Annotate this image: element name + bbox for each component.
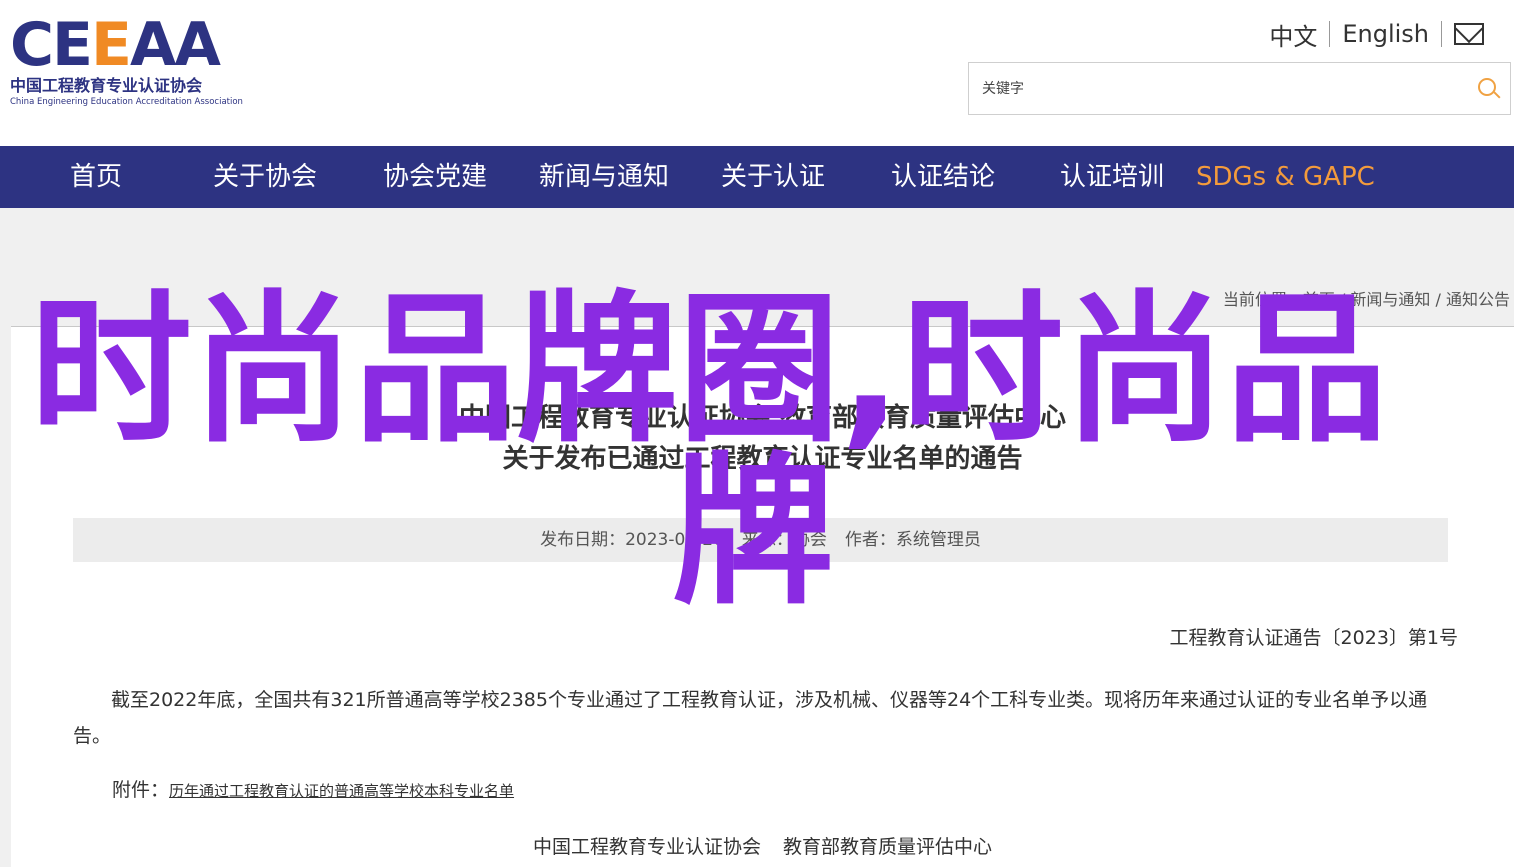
breadcrumb-item-notices[interactable]: 通知公告 (1446, 290, 1510, 309)
logo-name-cn: 中国工程教育专业认证协会 (10, 76, 203, 95)
page: CEEAA 中国工程教育专业认证协会 China Engineering Edu… (0, 0, 1514, 867)
nav-item-about-association[interactable]: 关于协会 (213, 146, 317, 208)
language-bar: 中文 English (1269, 17, 1484, 52)
article-source: 协会 (792, 530, 827, 550)
site-header: CEEAA 中国工程教育专业认证协会 China Engineering Edu… (0, 0, 1514, 146)
signature-association: 中国工程教育专业认证协会 (532, 836, 761, 858)
breadcrumb-prefix: 当前位置： (1222, 290, 1303, 309)
nav-item-sdgs-gapc[interactable]: SDGs & GAPC (1196, 146, 1375, 208)
breadcrumb-item-home[interactable]: 首页 (1303, 290, 1335, 309)
publish-date: 2023-06-20 (625, 530, 724, 550)
attachment-label: 附件： (112, 779, 170, 801)
article-author: 系统管理员 (895, 530, 981, 550)
breadcrumb-item-news[interactable]: 新闻与通知 (1350, 290, 1430, 309)
nav-item-party-building[interactable]: 协会党建 (383, 146, 487, 208)
signature-ministry-center: 教育部教育质量评估中心 (783, 836, 993, 858)
main-nav: 首页 关于协会 协会党建 新闻与通知 关于认证 认证结论 认证培训 SDGs &… (0, 146, 1514, 208)
nav-item-training[interactable]: 认证培训 (1060, 146, 1164, 208)
logo-mark: CEEAA (10, 10, 221, 80)
nav-item-about-accreditation[interactable]: 关于认证 (721, 146, 825, 208)
logo-name-en: China Engineering Education Accreditatio… (10, 97, 243, 107)
article: 中国工程教育专业认证协会 教育部教育质量评估中心 关于发布已通过工程教育认证专业… (11, 327, 1514, 867)
signature: 中国工程教育专业认证协会 教育部教育质量评估中心 (11, 832, 1514, 859)
nav-item-news[interactable]: 新闻与通知 (539, 146, 669, 208)
site-logo[interactable]: CEEAA 中国工程教育专业认证协会 China Engineering Edu… (10, 14, 270, 114)
attachment-link[interactable]: 历年通过工程教育认证的普通高等学校本科专业名单 (169, 782, 514, 800)
breadcrumb: 当前位置：首页 / 新闻与通知 / 通知公告 (1222, 290, 1510, 309)
divider (1441, 21, 1442, 47)
lang-english-link[interactable]: English (1342, 20, 1429, 48)
document-number: 工程教育认证通告〔2023〕第1号 (1169, 627, 1458, 649)
lang-chinese-link[interactable]: 中文 (1269, 17, 1317, 52)
nav-item-conclusions[interactable]: 认证结论 (891, 146, 995, 208)
search-input[interactable] (969, 63, 1459, 114)
article-title-line2: 关于发布已通过工程教育认证专业名单的通告 (502, 444, 1023, 474)
article-title-line1: 中国工程教育专业认证协会 教育部教育质量评估中心 (458, 403, 1067, 433)
nav-item-home[interactable]: 首页 (70, 146, 122, 208)
divider (1329, 21, 1331, 47)
article-meta: 发布日期：2023-06-20 来源：协会 作者：系统管理员 (73, 518, 1448, 562)
attachment: 附件：历年通过工程教育认证的普通高等学校本科专业名单 (112, 775, 514, 802)
mail-icon[interactable] (1454, 23, 1484, 45)
article-body: 截至2022年底，全国共有321所普通高等学校2385个专业通过了工程教育认证，… (73, 689, 1428, 747)
search-button[interactable] (1476, 76, 1502, 102)
search-box (968, 62, 1511, 115)
